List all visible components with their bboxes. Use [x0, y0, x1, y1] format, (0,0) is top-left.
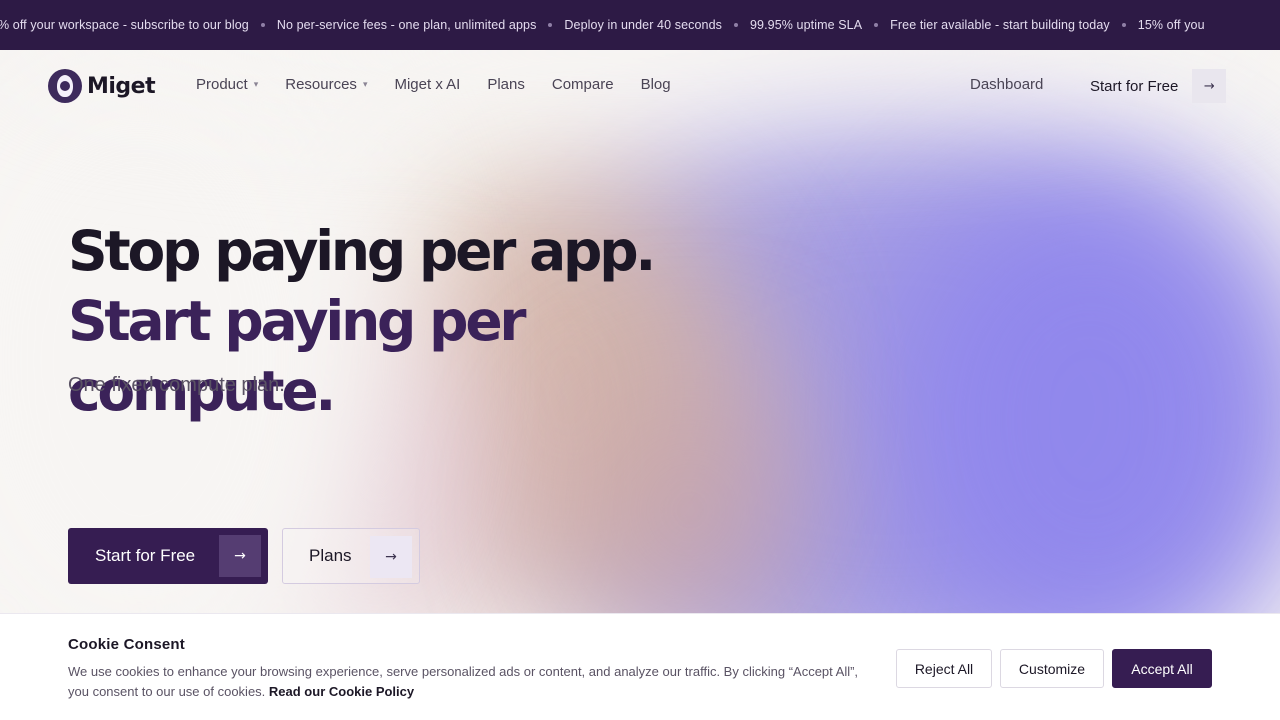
nav-item-label: Resources [285, 76, 357, 93]
announcement-track: % off your workspace - subscribe to our … [0, 0, 1205, 50]
hero-secondary-label: Plans [309, 546, 352, 565]
nav-item-compare[interactable]: Compare [552, 76, 614, 93]
cookie-title: Cookie Consent [68, 636, 185, 653]
nav-item-miget-ai[interactable]: Miget x AI [394, 76, 460, 93]
arrow-right-icon: → [219, 535, 261, 577]
nav-item-label: Miget x AI [394, 76, 461, 93]
hero-start-for-free-button[interactable]: Start for Free → [68, 528, 268, 584]
chevron-down-icon: ▾ [362, 79, 368, 89]
nav-menu: Product ▾ Resources ▾ Miget x AI Plans C… [196, 76, 698, 93]
separator-dot [874, 23, 879, 27]
miget-logo-icon [48, 69, 82, 103]
hero-primary-label: Start for Free [95, 546, 196, 565]
announcement-item[interactable]: 15% off you [1138, 18, 1205, 32]
brand-logo[interactable]: Miget [48, 69, 156, 103]
hero-headline-part2: Start paying per compute. [68, 289, 527, 423]
cookie-description: We use cookies to enhance your browsing … [68, 662, 880, 702]
announcement-item[interactable]: % off your workspace - subscribe to our … [0, 18, 249, 32]
cookie-text: We use cookies to enhance your browsing … [68, 664, 859, 699]
hero-plans-button[interactable]: Plans → [282, 528, 420, 584]
nav-start-for-free-button[interactable]: Start for Free → [1090, 69, 1227, 103]
nav-item-label: Product [196, 76, 248, 93]
separator-dot [548, 23, 553, 27]
brand-name: Miget [87, 73, 156, 99]
nav-item-label: Blog [640, 76, 671, 93]
nav-cta-label: Start for Free [1090, 77, 1179, 95]
announcement-item[interactable]: Deploy in under 40 seconds [564, 18, 722, 32]
announcement-item[interactable]: Free tier available - start building tod… [890, 18, 1110, 32]
customize-button[interactable]: Customize [1000, 649, 1104, 688]
nav-item-label: Compare [551, 76, 614, 93]
nav-item-plans[interactable]: Plans [487, 76, 525, 93]
separator-dot [260, 23, 265, 27]
nav-item-label: Plans [487, 76, 525, 93]
arrow-right-icon: → [1192, 69, 1227, 103]
announcement-item[interactable]: 99.95% uptime SLA [750, 18, 862, 32]
cookie-policy-link[interactable]: Read our Cookie Policy [269, 684, 414, 699]
main-navigation: Miget Product ▾ Resources ▾ Miget x AI P… [0, 50, 1280, 120]
announcement-item[interactable]: No per-service fees - one plan, unlimite… [277, 18, 537, 32]
reject-all-button[interactable]: Reject All [896, 649, 992, 688]
arrow-right-icon: → [370, 536, 412, 578]
dashboard-link[interactable]: Dashboard [970, 76, 1043, 93]
separator-dot [733, 23, 738, 27]
nav-item-blog[interactable]: Blog [641, 76, 671, 93]
cookie-consent-banner: Cookie Consent We use cookies to enhance… [0, 613, 1280, 720]
hero-subtitle: One fixed compute plan. [68, 374, 285, 396]
nav-item-product[interactable]: Product ▾ [196, 76, 258, 93]
announcement-bar: % off your workspace - subscribe to our … [0, 0, 1280, 50]
chevron-down-icon: ▾ [253, 79, 259, 89]
separator-dot [1121, 23, 1126, 27]
nav-item-resources[interactable]: Resources ▾ [285, 76, 367, 93]
hero-headline-part1: Stop paying per app. [68, 219, 656, 283]
accept-all-button[interactable]: Accept All [1112, 649, 1212, 688]
